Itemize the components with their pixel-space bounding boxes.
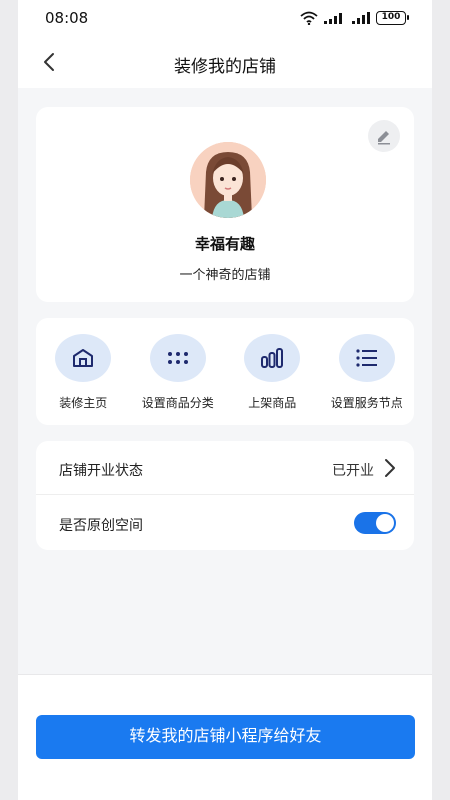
shop-name: 幸福有趣 [194, 235, 255, 253]
action-label: 装修主页 [59, 396, 108, 410]
home-icon [73, 349, 94, 367]
shop-avatar[interactable] [190, 142, 266, 218]
wifi-icon [300, 11, 318, 25]
action-set-categories[interactable]: 设置商品分类 [131, 318, 226, 425]
phone-screen: 08:08 100 装修我的店铺 幸福有趣 一个神奇的店铺 装修主页 设置商品分… [18, 0, 432, 800]
battery-icon: 100 [376, 11, 409, 25]
list-icon [356, 349, 377, 367]
original-space-label: 是否原创空间 [59, 518, 143, 534]
action-decorate-home[interactable]: 装修主页 [36, 318, 131, 425]
status-icons: 100 [300, 10, 409, 26]
original-space-row: 是否原创空间 [36, 496, 414, 550]
cellular-signal-icon [324, 13, 342, 24]
toggle-knob [376, 514, 394, 532]
bar-chart-icon [261, 348, 284, 368]
share-shop-button[interactable]: 转发我的店铺小程序给好友 [36, 715, 415, 759]
action-set-service-nodes[interactable]: 设置服务节点 [320, 318, 415, 425]
action-icon-bg [338, 334, 395, 382]
shop-profile-card: 幸福有趣 一个神奇的店铺 [36, 107, 414, 302]
pencil-icon [378, 131, 390, 145]
action-list-products[interactable]: 上架商品 [225, 318, 320, 425]
open-status-value: 已开业 [332, 463, 374, 479]
shop-actions-card: 装修主页 设置商品分类 上架商品 设置服务节点 [36, 318, 414, 425]
grid-dots-icon [167, 352, 188, 364]
action-label: 设置商品分类 [141, 396, 214, 410]
cellular-signal-2-icon [352, 12, 370, 24]
edit-profile-button[interactable] [368, 120, 400, 152]
nav-bar: 装修我的店铺 [18, 36, 432, 88]
status-bar: 08:08 100 [18, 0, 432, 36]
chevron-right-icon [385, 459, 395, 477]
avatar-girl-illustration [190, 142, 266, 218]
shop-description: 一个神奇的店铺 [179, 268, 271, 283]
action-icon-bg [55, 334, 112, 382]
open-status-label: 店铺开业状态 [59, 463, 143, 479]
page-title: 装修我的店铺 [174, 57, 276, 77]
bottom-bar: 转发我的店铺小程序给好友 [18, 674, 432, 800]
original-space-toggle[interactable] [354, 512, 396, 534]
action-label: 上架商品 [248, 396, 297, 410]
action-label: 设置服务节点 [330, 396, 403, 410]
action-icon-bg [244, 334, 301, 382]
open-status-row[interactable]: 店铺开业状态 已开业 [36, 441, 414, 495]
shop-settings-card: 店铺开业状态 已开业 是否原创空间 [36, 441, 414, 550]
action-icon-bg [149, 334, 206, 382]
status-time: 08:08 [45, 9, 89, 27]
